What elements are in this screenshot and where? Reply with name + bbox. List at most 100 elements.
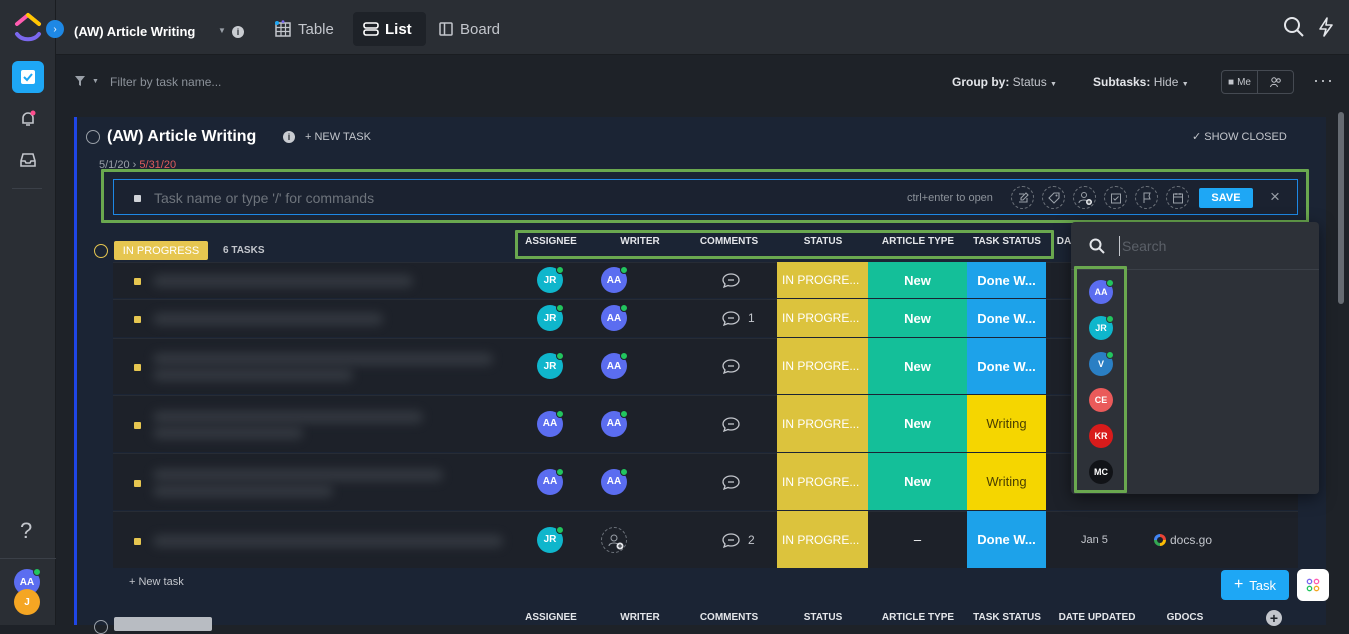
- gdocs-link[interactable]: docs.go: [1154, 533, 1212, 547]
- status-cell[interactable]: IN PROGRE...: [777, 453, 868, 510]
- article-type-cell[interactable]: New: [868, 262, 967, 298]
- group-status-badge[interactable]: [114, 617, 212, 631]
- column-header-article-type[interactable]: ARTICLE TYPE: [873, 612, 963, 623]
- new-task-fab[interactable]: + Task: [1221, 570, 1289, 600]
- status-cell[interactable]: IN PROGRE...: [777, 395, 868, 452]
- status-square-icon[interactable]: [134, 316, 141, 323]
- task-status-cell[interactable]: Done W...: [967, 299, 1046, 337]
- subtasks-select[interactable]: Subtasks: Hide ▼: [1093, 75, 1189, 89]
- comments-cell[interactable]: 2: [722, 532, 755, 548]
- assignee-avatar[interactable]: AA: [537, 409, 564, 437]
- status-cell[interactable]: IN PROGRE...: [777, 262, 868, 298]
- article-type-cell[interactable]: New: [868, 395, 967, 452]
- chevron-down-icon[interactable]: ▼: [218, 26, 226, 35]
- me-filter-toggle[interactable]: ■ Me: [1221, 70, 1294, 94]
- comments-cell[interactable]: [722, 358, 748, 374]
- workspace-avatar[interactable]: J: [14, 589, 40, 615]
- tab-table[interactable]: Table: [264, 12, 344, 46]
- add-task-button[interactable]: + New task: [129, 576, 184, 588]
- info-icon[interactable]: i: [283, 131, 295, 143]
- assignee-avatar[interactable]: JR: [537, 525, 564, 553]
- article-type-cell[interactable]: New: [868, 338, 967, 394]
- scrollbar[interactable]: [1338, 112, 1344, 304]
- task-name-redacted[interactable]: [153, 410, 423, 423]
- task-name-redacted[interactable]: [153, 275, 413, 287]
- task-name-redacted[interactable]: [153, 534, 503, 547]
- group-status-badge[interactable]: IN PROGRESS: [114, 241, 208, 260]
- task-name-redacted[interactable]: [153, 426, 303, 439]
- task-name-redacted[interactable]: [153, 313, 383, 325]
- status-square-icon[interactable]: [134, 537, 141, 545]
- writer-avatar[interactable]: AA: [601, 409, 628, 437]
- task-status-cell[interactable]: Done W...: [967, 262, 1046, 298]
- table-row[interactable]: [113, 511, 1298, 568]
- more-options-icon[interactable]: ···: [1313, 70, 1334, 91]
- add-writer-icon[interactable]: [601, 526, 627, 553]
- group-by-select[interactable]: Group by: Status ▼: [952, 75, 1057, 89]
- comments-cell[interactable]: [722, 474, 748, 490]
- tasks-icon[interactable]: [12, 61, 44, 93]
- column-header-task-status[interactable]: TASK STATUS: [966, 612, 1048, 623]
- me-button[interactable]: ■ Me: [1222, 71, 1258, 93]
- article-type-cell[interactable]: New: [868, 453, 967, 510]
- task-status-cell[interactable]: Writing: [967, 395, 1046, 452]
- writer-avatar[interactable]: AA: [601, 304, 628, 331]
- add-column-icon[interactable]: +: [1266, 610, 1282, 626]
- tab-list[interactable]: List: [353, 12, 426, 46]
- lightning-icon[interactable]: [1315, 16, 1337, 38]
- column-header-comments[interactable]: COMMENTS: [693, 612, 765, 623]
- team-button[interactable]: [1258, 71, 1293, 93]
- column-header-assignee[interactable]: ASSIGNEE: [520, 612, 582, 623]
- chevron-down-icon[interactable]: ▼: [92, 78, 99, 85]
- assignee-avatar[interactable]: JR: [537, 352, 564, 379]
- apps-icon[interactable]: [1297, 569, 1329, 601]
- collapse-list-icon[interactable]: [86, 130, 100, 144]
- collapse-group-icon[interactable]: [94, 244, 108, 258]
- inbox-icon[interactable]: [12, 144, 44, 176]
- task-name-redacted[interactable]: [153, 369, 353, 381]
- status-cell[interactable]: IN PROGRE...: [777, 511, 868, 568]
- writer-avatar[interactable]: AA: [601, 352, 628, 379]
- assignee-avatar[interactable]: JR: [537, 266, 564, 293]
- status-square-icon[interactable]: [134, 364, 141, 371]
- member-search-input[interactable]: [1119, 236, 1299, 256]
- help-icon[interactable]: ?: [20, 518, 32, 544]
- task-status-cell[interactable]: Done W...: [967, 511, 1046, 568]
- column-header-gdocs[interactable]: GDOCS: [1155, 612, 1215, 623]
- status-cell[interactable]: IN PROGRE...: [777, 338, 868, 394]
- list-breadcrumb[interactable]: (AW) Article Writing: [74, 24, 195, 39]
- notifications-icon[interactable]: [12, 103, 44, 135]
- task-name-redacted[interactable]: [153, 484, 333, 497]
- comments-cell[interactable]: 1: [722, 310, 755, 326]
- info-icon[interactable]: i: [232, 26, 244, 38]
- assignee-avatar[interactable]: AA: [537, 467, 564, 495]
- status-square-icon[interactable]: [134, 278, 141, 285]
- status-square-icon[interactable]: [134, 421, 141, 429]
- search-icon[interactable]: [1283, 16, 1305, 38]
- tab-board[interactable]: Board: [428, 12, 510, 46]
- comments-cell[interactable]: [722, 272, 748, 288]
- collapse-group-icon[interactable]: [94, 620, 108, 634]
- status-cell[interactable]: IN PROGRE...: [777, 299, 868, 337]
- column-header-date-updated[interactable]: DATE UPDATED: [1052, 612, 1142, 623]
- date-updated-cell[interactable]: Jan 5: [1081, 534, 1108, 546]
- column-header-writer[interactable]: WRITER: [610, 612, 670, 623]
- clickup-logo[interactable]: [14, 12, 42, 44]
- show-closed-toggle[interactable]: ✓ SHOW CLOSED: [1192, 130, 1287, 143]
- article-type-cell[interactable]: –: [868, 511, 967, 568]
- writer-avatar[interactable]: AA: [601, 266, 628, 293]
- expand-sidebar-icon[interactable]: ›: [46, 20, 64, 38]
- task-status-cell[interactable]: Done W...: [967, 338, 1046, 394]
- task-name-redacted[interactable]: [153, 468, 443, 481]
- comments-cell[interactable]: [722, 416, 748, 432]
- assignee-avatar[interactable]: JR: [537, 304, 564, 331]
- new-task-button[interactable]: + NEW TASK: [305, 131, 371, 143]
- task-name-redacted[interactable]: [153, 353, 493, 365]
- column-header-status[interactable]: STATUS: [790, 612, 856, 623]
- article-type-cell[interactable]: New: [868, 299, 967, 337]
- status-square-icon[interactable]: [134, 479, 141, 487]
- filter-icon[interactable]: [74, 75, 86, 87]
- filter-input[interactable]: Filter by task name...: [110, 75, 221, 89]
- task-status-cell[interactable]: Writing: [967, 453, 1046, 510]
- writer-avatar[interactable]: AA: [601, 467, 628, 495]
